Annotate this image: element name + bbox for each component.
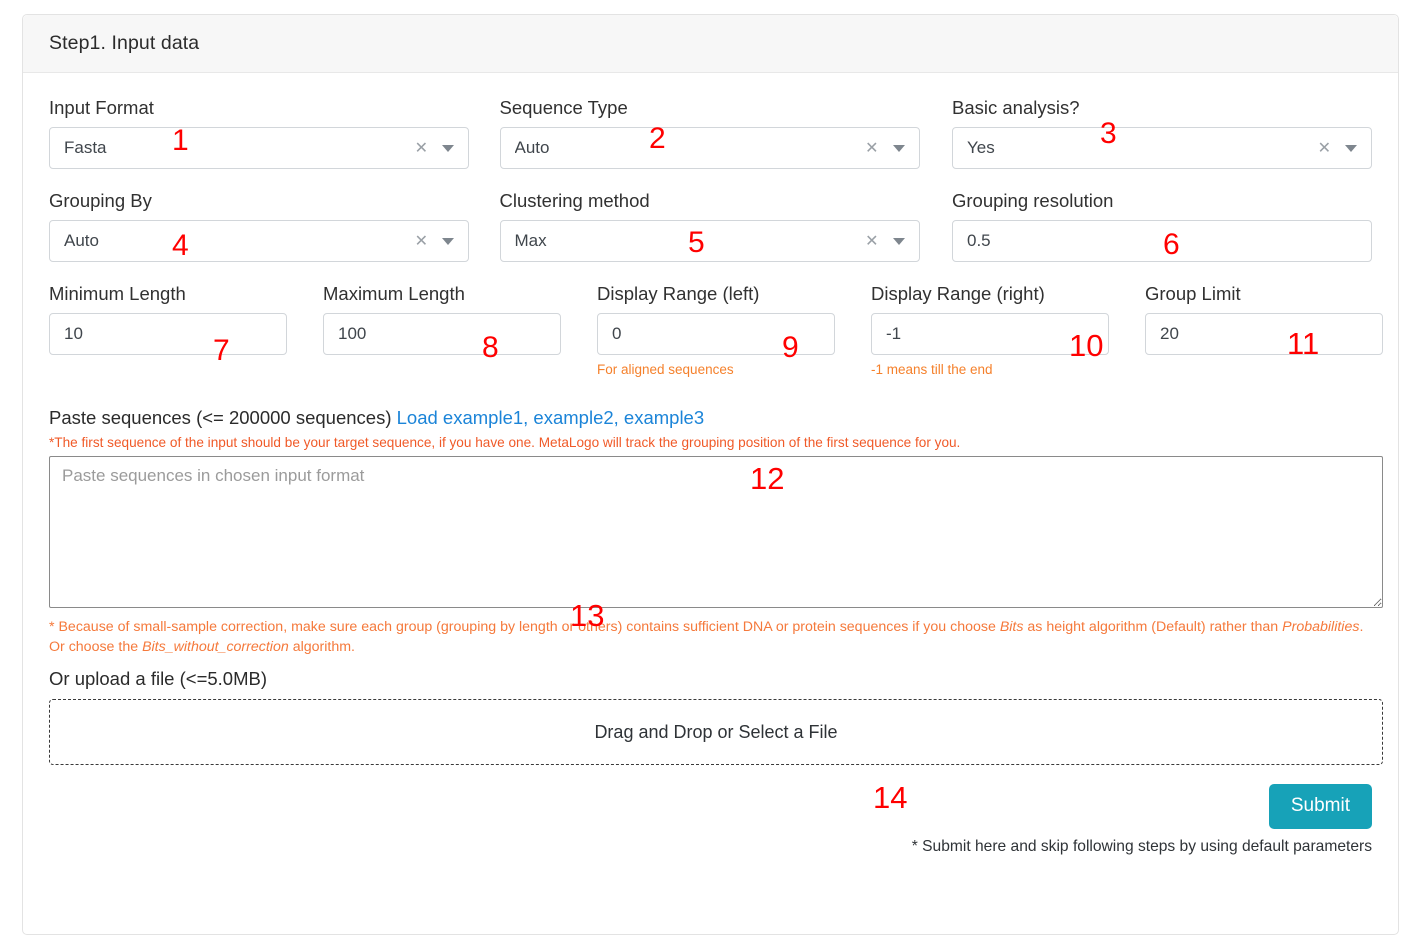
submit-area: Submit * Submit here and skip following … — [49, 784, 1372, 856]
sequence-type-select[interactable]: Auto ✕ — [499, 127, 920, 169]
label-minimum-length: Minimum Length — [49, 283, 186, 304]
basic-analysis-icons: ✕ — [1318, 140, 1361, 156]
input-format-value: Fasta — [64, 138, 107, 157]
field-display-range-right: Display Range (right) -1 -1 means till t… — [871, 283, 1109, 377]
field-input-format: Input Format Fasta ✕ — [49, 97, 500, 169]
label-clustering-method: Clustering method — [499, 190, 650, 211]
maximum-length-input[interactable]: 100 — [323, 313, 561, 355]
label-sequence-type: Sequence Type — [499, 97, 628, 118]
note-em-bits-without-correction: Bits_without_correction — [142, 639, 289, 656]
clustering-method-value: Max — [514, 231, 547, 250]
label-grouping-by: Grouping By — [49, 190, 152, 211]
form-row-3: Minimum Length 10 Maximum Length 100 Dis… — [49, 283, 1383, 377]
submit-button[interactable]: Submit — [1268, 784, 1372, 830]
label-input-format: Input Format — [49, 97, 154, 118]
display-range-left-input[interactable]: 0 — [597, 313, 835, 355]
form-row-2: Grouping By Auto ✕ Clustering method Max — [49, 190, 1372, 262]
card-header: Step1. Input data — [23, 15, 1398, 73]
field-clustering-method: Clustering method Max ✕ — [499, 190, 952, 262]
note-part-4: algorithm. — [288, 639, 355, 656]
clustering-method-select[interactable]: Max ✕ — [499, 220, 920, 262]
label-maximum-length: Maximum Length — [323, 283, 465, 304]
display-range-right-input[interactable]: -1 — [871, 313, 1109, 355]
field-basic-analysis: Basic analysis? Yes ✕ — [952, 97, 1372, 169]
maximum-length-value: 100 — [338, 324, 367, 343]
chevron-down-icon[interactable] — [892, 237, 905, 245]
grouping-resolution-input[interactable]: 0.5 — [952, 220, 1372, 262]
group-limit-value: 20 — [1160, 324, 1179, 343]
note-em-bits: Bits — [999, 619, 1024, 635]
field-minimum-length: Minimum Length 10 — [49, 283, 287, 377]
input-format-select[interactable]: Fasta ✕ — [49, 127, 469, 169]
chevron-down-icon[interactable] — [892, 144, 905, 152]
chevron-down-icon[interactable] — [442, 144, 454, 152]
display-range-left-hint: For aligned sequences — [597, 362, 734, 377]
field-display-range-left: Display Range (left) 0 For aligned seque… — [597, 283, 835, 377]
field-grouping-by: Grouping By Auto ✕ — [49, 190, 500, 262]
close-icon[interactable]: ✕ — [415, 233, 428, 249]
grouping-resolution-value: 0.5 — [967, 231, 991, 250]
input-data-card: Step1. Input data Input Format Fasta ✕ S… — [22, 14, 1399, 935]
note-part-2: as height algorithm (Default) rather tha… — [1023, 619, 1283, 635]
dropzone-label: Drag and Drop or Select a File — [594, 721, 838, 742]
minimum-length-input[interactable]: 10 — [49, 313, 287, 355]
field-group-limit: Group Limit 20 — [1145, 283, 1383, 377]
group-limit-input[interactable]: 20 — [1145, 313, 1383, 355]
field-grouping-resolution: Grouping resolution 0.5 — [952, 190, 1372, 262]
display-range-right-value: -1 — [886, 324, 902, 343]
form-row-1: Input Format Fasta ✕ Sequence Type Auto — [49, 97, 1372, 169]
chevron-down-icon[interactable] — [1345, 144, 1357, 152]
display-range-right-hint: -1 means till the end — [871, 362, 993, 377]
small-sample-correction-note: * Because of small-sample correction, ma… — [49, 617, 1369, 657]
screenshot-root: Step1. Input data Input Format Fasta ✕ S… — [0, 0, 1421, 949]
close-icon[interactable]: ✕ — [865, 233, 878, 249]
chevron-down-icon[interactable] — [442, 237, 454, 245]
basic-analysis-select[interactable]: Yes ✕ — [952, 127, 1372, 169]
file-dropzone[interactable]: Drag and Drop or Select a File — [49, 699, 1383, 766]
close-icon[interactable]: ✕ — [865, 140, 878, 156]
input-format-icons: ✕ — [415, 140, 458, 156]
load-example-links[interactable]: Load example1, example2, example3 — [397, 407, 705, 428]
paste-sequences-label: Paste sequences (<= 200000 sequences) — [49, 407, 392, 428]
sequence-type-icons: ✕ — [865, 140, 908, 156]
label-display-range-right: Display Range (right) — [871, 283, 1045, 304]
label-grouping-resolution: Grouping resolution — [952, 190, 1114, 211]
paste-sequences-textarea[interactable] — [49, 456, 1383, 608]
clustering-method-icons: ✕ — [865, 233, 908, 249]
upload-file-heading: Or upload a file (<=5.0MB) — [49, 668, 267, 690]
page-title: Step1. Input data — [49, 32, 200, 54]
grouping-by-value: Auto — [64, 231, 99, 250]
label-basic-analysis: Basic analysis? — [952, 97, 1080, 118]
field-maximum-length: Maximum Length 100 — [323, 283, 561, 377]
close-icon[interactable]: ✕ — [415, 140, 428, 156]
sequence-type-value: Auto — [514, 138, 550, 157]
card-body: Input Format Fasta ✕ Sequence Type Auto — [23, 73, 1398, 856]
minimum-length-value: 10 — [64, 324, 83, 343]
display-range-left-value: 0 — [612, 324, 622, 343]
field-sequence-type: Sequence Type Auto ✕ — [499, 97, 952, 169]
note-em-probabilities: Probabilities — [1282, 619, 1360, 635]
label-group-limit: Group Limit — [1145, 283, 1241, 304]
grouping-by-select[interactable]: Auto ✕ — [49, 220, 469, 262]
grouping-by-icons: ✕ — [415, 233, 458, 249]
close-icon[interactable]: ✕ — [1318, 140, 1331, 156]
basic-analysis-value: Yes — [967, 138, 995, 157]
paste-target-sequence-note: *The first sequence of the input should … — [49, 435, 961, 450]
submit-note: * Submit here and skip following steps b… — [911, 838, 1372, 856]
note-part-1: * Because of small-sample correction, ma… — [49, 619, 1000, 635]
paste-sequences-heading: Paste sequences (<= 200000 sequences) Lo… — [49, 407, 1372, 429]
label-display-range-left: Display Range (left) — [597, 283, 760, 304]
